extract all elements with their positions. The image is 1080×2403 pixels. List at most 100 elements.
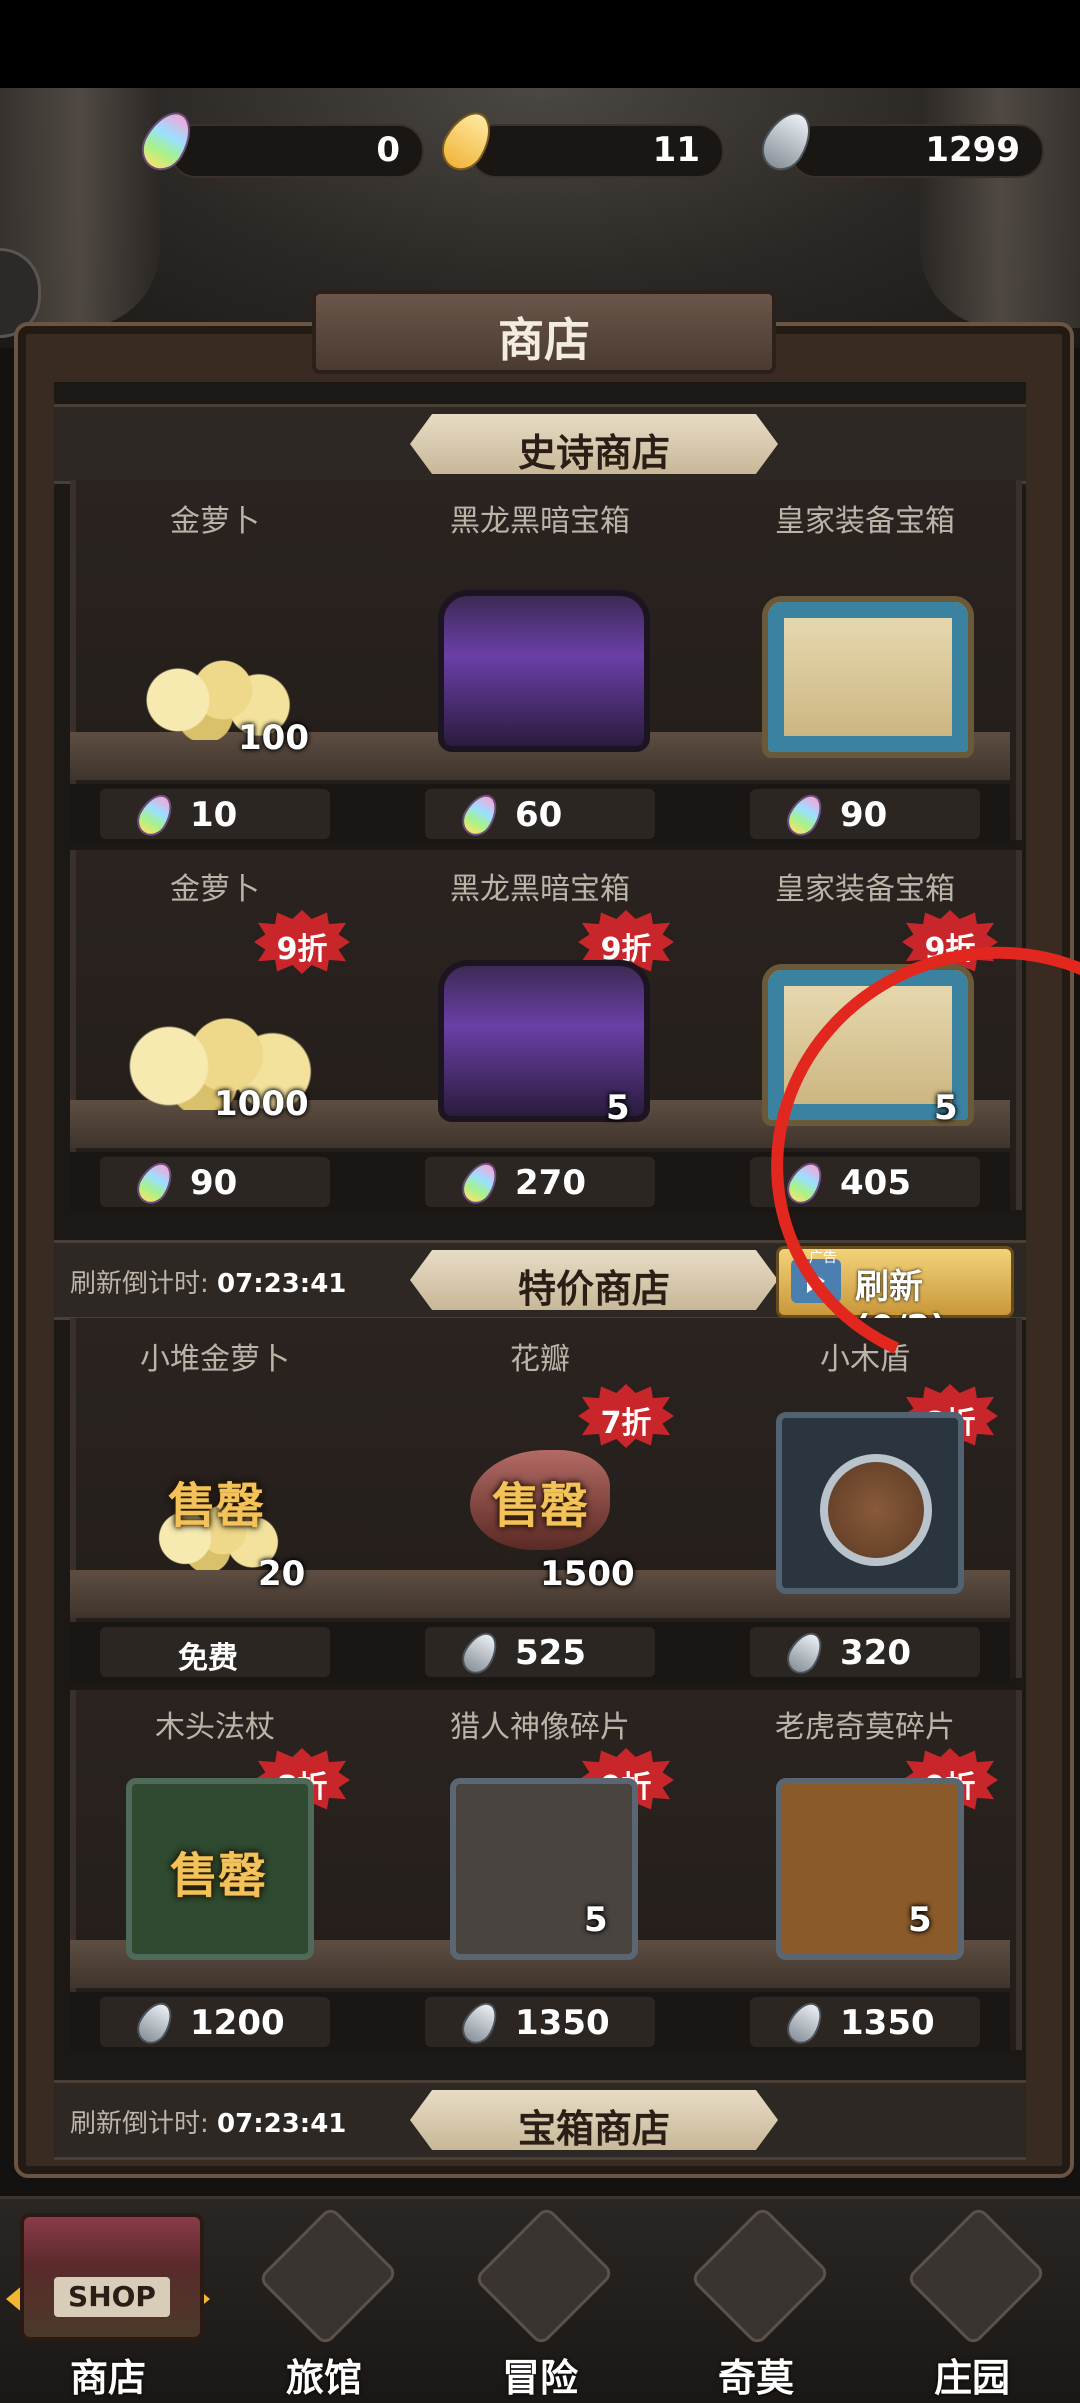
refresh-countdown: 刷新倒计时: 07:23:41 [70, 1263, 346, 1300]
rainbow-carrot-icon [456, 788, 504, 842]
price-button[interactable]: 10 [100, 788, 330, 842]
status-bar-area [0, 0, 1080, 88]
countdown-value: 07:23:41 [217, 1269, 347, 1299]
currency-rainbow-carrot[interactable]: 0 [170, 124, 424, 178]
discount-text: 7折 [600, 1406, 652, 1441]
price-value: 60 [515, 795, 563, 835]
section-ribbon: 宝箱商店 [410, 2090, 778, 2150]
sold-out-label: 售罄 [168, 1478, 265, 1534]
item-name: 花瓣 [510, 1342, 570, 1377]
shop-title-plate: 商店 [312, 290, 776, 374]
price-value: 10 [190, 795, 238, 835]
currency-value: 11 [652, 130, 700, 170]
item-count: 1500 [540, 1554, 635, 1594]
item-name: 老虎奇莫碎片 [775, 1710, 955, 1745]
price-button[interactable]: 1350 [425, 1996, 655, 2050]
refresh-countdown: 刷新倒计时: 07:23:41 [70, 2103, 346, 2140]
item-name: 皇家装备宝箱 [775, 872, 955, 907]
page-title: 商店 [498, 313, 590, 367]
currency-value: 0 [376, 130, 400, 170]
silver-carrot-icon [131, 1996, 179, 2050]
shop-icon: SHOP [20, 2213, 204, 2341]
item-count: 20 [258, 1554, 306, 1594]
countdown-value: 07:23:41 [217, 2109, 347, 2139]
silver-carrot-icon [456, 1996, 504, 2050]
silver-carrot-icon [781, 1996, 829, 2050]
price-button[interactable]: 1200 [100, 1996, 330, 2050]
shield-icon [820, 1454, 932, 1566]
item-name: 猎人神像碎片 [450, 1710, 630, 1745]
price-button[interactable]: 270 [425, 1156, 655, 1210]
price-strip: 1200 1350 1350 [70, 1992, 1010, 2052]
free-claim-button[interactable]: 免费 [100, 1627, 330, 1677]
countdown-label: 刷新倒计时: [70, 1269, 209, 1299]
price-value: 90 [840, 795, 888, 835]
item-count: 1000 [214, 1084, 309, 1124]
shop-sign: SHOP [54, 2277, 170, 2317]
currency-gold-carrot[interactable]: 11 [470, 124, 724, 178]
price-value: 免费 [178, 1641, 238, 1676]
sold-out-label: 售罄 [492, 1478, 589, 1534]
black-dragon-chest-icon[interactable] [438, 590, 650, 752]
price-value: 270 [515, 1163, 586, 1203]
price-button[interactable]: 1350 [750, 1996, 980, 2050]
item-name: 木头法杖 [155, 1710, 275, 1745]
tiger-chimo-shard-icon[interactable] [776, 1778, 964, 1960]
item-name: 黑龙黑暗宝箱 [450, 872, 630, 907]
item-count: 100 [238, 718, 309, 758]
inn-gate-icon [257, 2205, 399, 2347]
nav-chimo[interactable]: 奇莫 [648, 2199, 864, 2403]
currency-silver-carrot[interactable]: 1299 [790, 124, 1044, 178]
item-name: 小堆金萝卜 [140, 1342, 290, 1377]
nav-label: 商店 [69, 2356, 146, 2400]
rainbow-carrot-icon [131, 1156, 179, 1210]
chest-shop-banner: 刷新倒计时: 07:23:41 宝箱商店 [54, 2080, 1026, 2160]
item-name: 金萝卜 [170, 504, 260, 539]
nav-label: 旅馆 [285, 2356, 362, 2400]
price-strip: 10 60 90 [70, 784, 1010, 844]
price-button[interactable]: 90 [100, 1156, 330, 1210]
nav-label: 庄园 [933, 2356, 1010, 2400]
price-button[interactable]: 90 [750, 788, 980, 842]
nav-adventure[interactable]: 冒险 [432, 2199, 648, 2403]
price-value: 90 [190, 1163, 238, 1203]
chimo-character-icon [689, 2205, 831, 2347]
nav-shop[interactable]: SHOP 商店 [0, 2199, 216, 2403]
section-title: 史诗商店 [517, 431, 670, 475]
bottom-nav: SHOP 商店 旅馆 冒险 奇莫 庄园 [0, 2196, 1080, 2403]
nav-inn[interactable]: 旅馆 [216, 2199, 432, 2403]
price-value: 525 [515, 1633, 586, 1673]
price-value: 1350 [840, 2003, 935, 2043]
section-title: 特价商店 [517, 1267, 670, 1311]
price-button[interactable]: 320 [750, 1626, 980, 1680]
section-ribbon: 史诗商店 [410, 414, 778, 474]
rainbow-carrot-icon [456, 1156, 504, 1210]
nav-label: 奇莫 [717, 2356, 794, 2400]
silver-carrot-icon [781, 1626, 829, 1680]
countdown-label: 刷新倒计时: [70, 2109, 209, 2139]
item-count: 5 [584, 1900, 608, 1940]
hunter-statue-shard-icon[interactable] [450, 1778, 638, 1960]
royal-equipment-chest-icon[interactable] [762, 596, 974, 758]
section-title: 宝箱商店 [517, 2107, 670, 2151]
price-button[interactable]: 525 [425, 1626, 655, 1680]
sold-out-label: 售罄 [170, 1848, 267, 1904]
epic-shop-banner: 史诗商店 [54, 404, 1026, 484]
small-wooden-shield-icon[interactable] [776, 1412, 964, 1594]
silver-carrot-icon [456, 1626, 504, 1680]
currency-value: 1299 [925, 130, 1020, 170]
nav-manor[interactable]: 庄园 [864, 2199, 1080, 2403]
section-ribbon: 特价商店 [410, 1250, 778, 1310]
price-value: 320 [840, 1633, 911, 1673]
item-count: 5 [606, 1088, 630, 1128]
price-button[interactable]: 60 [425, 788, 655, 842]
price-value: 1200 [190, 2003, 285, 2043]
rainbow-carrot-icon [781, 788, 829, 842]
item-count: 5 [908, 1900, 932, 1940]
nav-label: 冒险 [501, 2356, 578, 2400]
crossed-swords-icon [473, 2205, 615, 2347]
discount-text: 9折 [276, 932, 328, 967]
item-name: 皇家装备宝箱 [775, 504, 955, 539]
item-name: 金萝卜 [170, 872, 260, 907]
price-value: 1350 [515, 2003, 610, 2043]
